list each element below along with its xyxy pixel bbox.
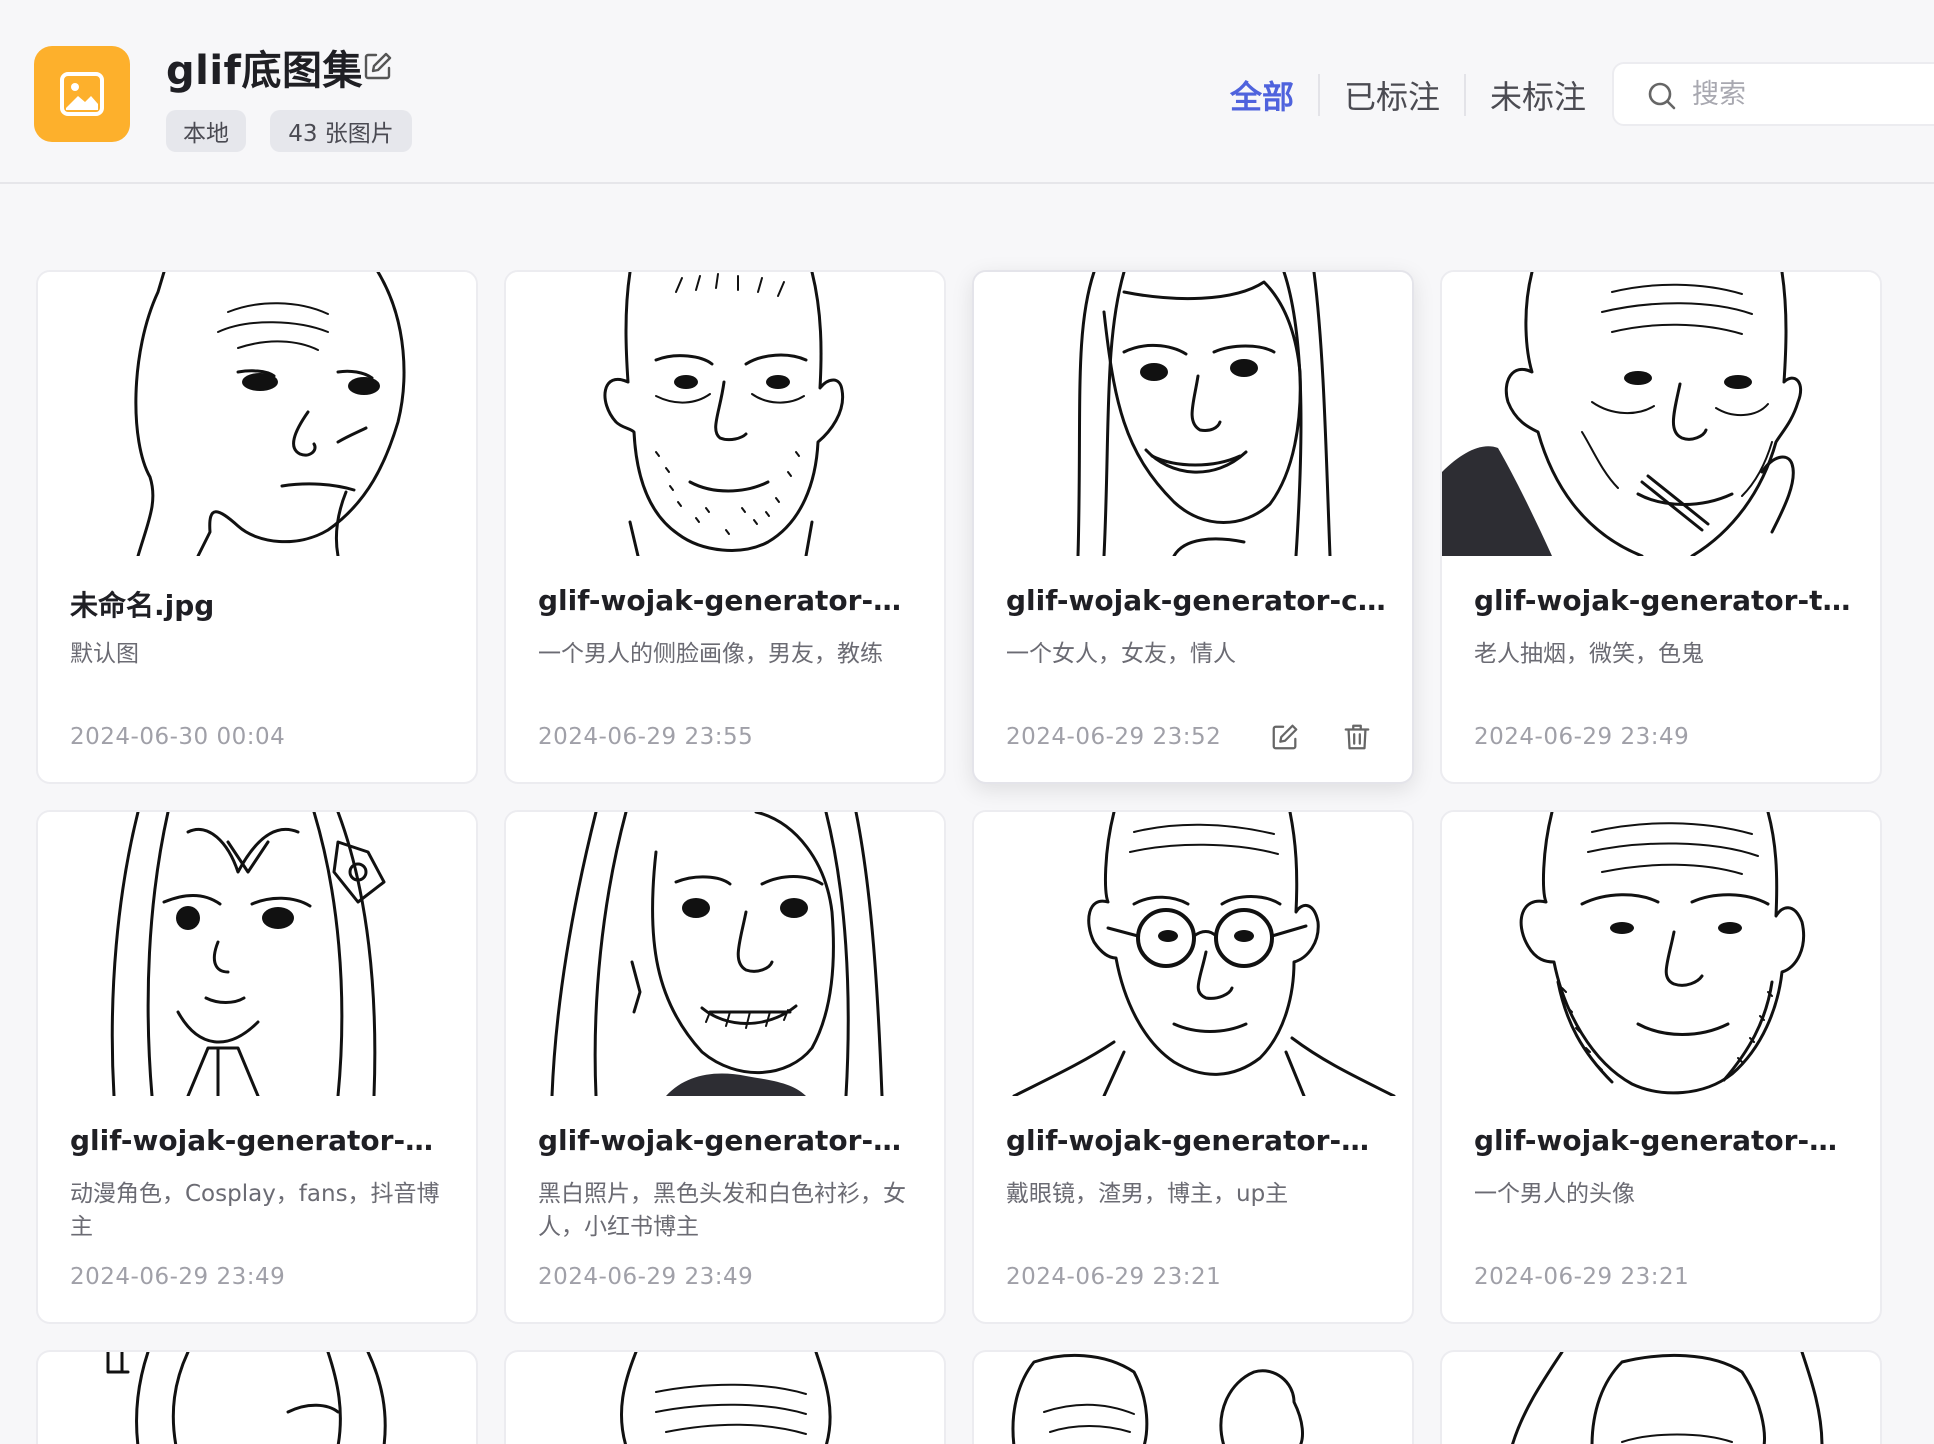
card-thumbnail-partial xyxy=(1511,1352,1824,1444)
card-date: 2024-06-30 00:04 xyxy=(70,724,286,750)
card-title[interactable]: glif-wojak-generator-mar... xyxy=(538,584,918,617)
card-description: 一个男人的头像 xyxy=(1474,1181,1635,1207)
card-thumbnail-partial xyxy=(619,1352,832,1444)
card-date: 2024-06-29 23:21 xyxy=(1006,1264,1222,1290)
wojak-old-man-smoking-image xyxy=(1442,272,1803,556)
image-card[interactable] xyxy=(36,1350,478,1444)
image-grid: 未命名.jpg 默认图 2024-06-30 00:04 glif-wojak-… xyxy=(0,0,1934,1444)
image-card[interactable]: glif-wojak-generator-mar... 戴眼镜，渣男，博主，up… xyxy=(972,810,1414,1324)
card-thumbnail[interactable] xyxy=(38,812,476,1096)
image-card[interactable]: 未命名.jpg 默认图 2024-06-30 00:04 xyxy=(36,270,478,784)
wojak-woman-dark-hair-image xyxy=(550,812,884,1096)
card-title[interactable]: glif-wojak-generator-mar... xyxy=(1006,1124,1386,1157)
card-description: 黑白照片，黑色头发和白色衬衫，女人，小红书博主 xyxy=(538,1181,906,1240)
card-thumbnail[interactable] xyxy=(38,272,476,556)
card-description: 戴眼镜，渣男，博主，up主 xyxy=(1006,1181,1289,1207)
image-card[interactable] xyxy=(1440,1350,1882,1444)
image-card[interactable]: glif-wojak-generator-mar... 一个男人的侧脸画像，男友… xyxy=(504,270,946,784)
image-card[interactable]: glif-wojak-generator-tow... 老人抽烟，微笑，色鬼 2… xyxy=(1440,270,1882,784)
image-card[interactable]: glif-wojak-generator-delo... 一个男人的头像 202… xyxy=(1440,810,1882,1324)
wojak-anime-character-image xyxy=(110,812,386,1096)
card-description: 老人抽烟，微笑，色鬼 xyxy=(1474,641,1704,667)
wojak-man-glasses-image xyxy=(1012,812,1396,1096)
card-description: 一个女人，女友，情人 xyxy=(1006,641,1236,667)
wojak-man-beard-image xyxy=(603,272,845,556)
image-card[interactable] xyxy=(504,1350,946,1444)
card-date: 2024-06-29 23:49 xyxy=(1474,724,1690,750)
card-date: 2024-06-29 23:21 xyxy=(1474,1264,1690,1290)
trash-icon[interactable] xyxy=(1342,722,1372,752)
card-title[interactable]: glif-wojak-generator-tow... xyxy=(1474,584,1854,617)
card-date: 2024-06-29 23:52 xyxy=(1006,724,1222,750)
card-date: 2024-06-29 23:49 xyxy=(70,1264,286,1290)
image-card[interactable]: glif-wojak-generator-dar... 动漫角色，Cosplay… xyxy=(36,810,478,1324)
card-thumbnail[interactable] xyxy=(974,272,1412,556)
image-card[interactable]: glif-wojak-generator-ck-... 一个女人，女友，情人 2… xyxy=(972,270,1414,784)
card-title[interactable]: glif-wojak-generator-dar... xyxy=(70,1124,450,1157)
card-description: 一个男人的侧脸画像，男友，教练 xyxy=(538,641,883,667)
wojak-face-image xyxy=(134,272,406,556)
card-title[interactable]: glif-wojak-generator-ck-... xyxy=(1006,584,1386,617)
card-thumbnail[interactable] xyxy=(1442,272,1880,556)
image-card[interactable] xyxy=(972,1350,1414,1444)
card-description: 默认图 xyxy=(70,641,139,667)
card-thumbnail-partial xyxy=(1011,1354,1304,1444)
card-thumbnail-partial xyxy=(106,1352,387,1444)
card-thumbnail[interactable] xyxy=(1442,812,1880,1096)
card-date: 2024-06-29 23:55 xyxy=(538,724,754,750)
card-thumbnail[interactable] xyxy=(974,812,1412,1096)
card-title[interactable]: 未命名.jpg xyxy=(70,584,450,624)
edit-icon[interactable] xyxy=(1270,722,1300,752)
wojak-woman-image xyxy=(1076,272,1332,556)
card-thumbnail[interactable] xyxy=(506,272,944,556)
card-date: 2024-06-29 23:49 xyxy=(538,1264,754,1290)
image-card[interactable]: glif-wojak-generator-nico... 黑白照片，黑色头发和白… xyxy=(504,810,946,1324)
card-title[interactable]: glif-wojak-generator-delo... xyxy=(1474,1124,1854,1157)
wojak-bald-man-image xyxy=(1519,812,1806,1095)
card-thumbnail[interactable] xyxy=(506,812,944,1096)
card-description: 动漫角色，Cosplay，fans，抖音博主 xyxy=(70,1181,440,1240)
card-title[interactable]: glif-wojak-generator-nico... xyxy=(538,1124,918,1157)
